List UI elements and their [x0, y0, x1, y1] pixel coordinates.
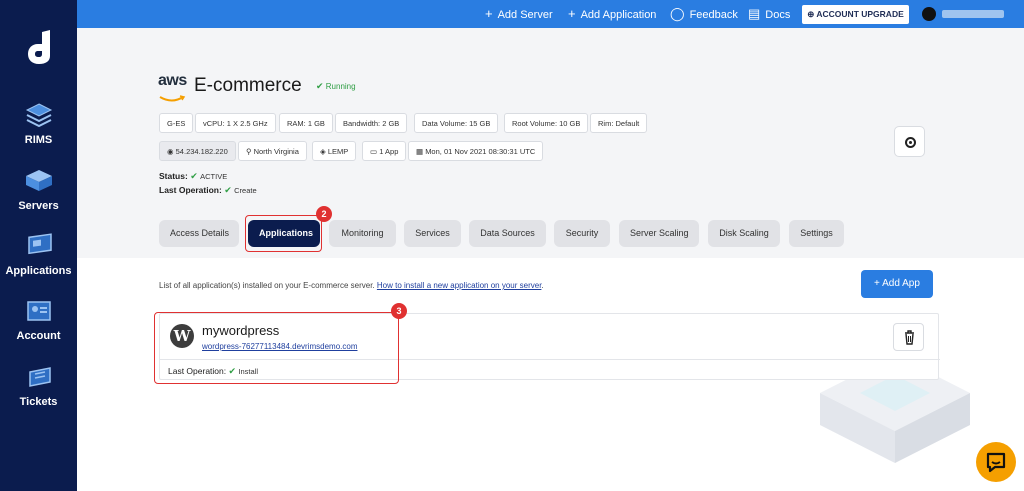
sidebar-item-rims[interactable]: RIMS — [0, 102, 77, 146]
sidebar-item-label: Servers — [18, 200, 59, 212]
record-icon — [905, 137, 916, 148]
chat-bubble-icon: ◯ — [670, 6, 685, 21]
location-pin-icon: ⚲ — [246, 147, 252, 156]
spec-chip: RAM: 1 GB — [279, 113, 333, 133]
status-badge: ✔ Running — [316, 81, 356, 91]
tab-disk-scaling[interactable]: Disk Scaling — [708, 220, 780, 247]
spec-chip: Bandwidth: 2 GB — [335, 113, 408, 133]
chat-icon — [986, 452, 1006, 473]
plus-icon: + — [568, 6, 576, 21]
sidebar-item-applications[interactable]: Applications — [0, 233, 77, 277]
delete-app-button[interactable] — [893, 323, 924, 351]
devrims-logo[interactable] — [26, 30, 52, 64]
app-count-chip: ▭ 1 App — [362, 141, 407, 161]
sidebar-item-label: Applications — [5, 265, 72, 277]
install-guide-link[interactable]: How to install a new application on your… — [377, 281, 542, 290]
server-last-operation: Last Operation: ✔ Create — [159, 185, 257, 195]
account-icon — [26, 301, 51, 321]
add-application-button[interactable]: + Add Application — [568, 0, 656, 28]
page-title: E-commerce — [194, 75, 302, 96]
applications-description: List of all application(s) installed on … — [159, 281, 544, 290]
calendar-icon: ▦ — [416, 147, 424, 156]
add-app-button[interactable]: + Add App — [861, 270, 933, 298]
server-settings-button[interactable] — [894, 126, 925, 157]
tab-services[interactable]: Services — [404, 220, 461, 247]
globe-icon: ◉ — [167, 147, 174, 156]
annotation-badge: 3 — [391, 303, 407, 319]
trash-icon — [905, 330, 914, 345]
spec-chip: vCPU: 1 X 2.5 GHz — [195, 113, 276, 133]
rims-icon — [25, 103, 52, 128]
spec-chip: Root Volume: 10 GB — [504, 113, 589, 133]
sidebar-item-tickets[interactable]: Tickets — [0, 364, 77, 408]
tab-monitoring[interactable]: Monitoring — [329, 220, 396, 247]
date-chip: ▦ Mon, 01 Nov 2021 08:30:31 UTC — [408, 141, 544, 161]
tab-access-details[interactable]: Access Details — [159, 220, 239, 247]
feedback-button[interactable]: ◯ Feedback — [670, 0, 738, 28]
user-name-blurred — [942, 10, 1004, 18]
monitor-icon: ▭ — [370, 147, 378, 156]
topbar: + Add Server + Add Application ◯ Feedback ▤… — [77, 0, 1024, 28]
add-server-button[interactable]: + Add Server — [485, 0, 553, 28]
ip-chip[interactable]: ◉ 54.234.182.220 — [159, 141, 236, 161]
sidebar-item-servers[interactable]: Servers — [0, 168, 77, 212]
aws-logo: aws — [158, 72, 188, 102]
annotation-box — [245, 215, 322, 252]
document-icon: ▤ — [748, 6, 761, 21]
check-circle-icon: ✔ — [190, 171, 198, 181]
plus-icon: + — [485, 6, 493, 21]
sidebar-item-account[interactable]: Account — [0, 298, 77, 342]
stack-chip: ◈ LEMP — [312, 141, 357, 161]
account-upgrade-button[interactable]: ⊕ ACCOUNT UPGRADE — [802, 5, 909, 24]
tab-data-sources[interactable]: Data Sources — [469, 220, 546, 247]
docs-button[interactable]: ▤ Docs — [748, 0, 790, 28]
check-circle-icon: ✔ — [224, 185, 232, 195]
tab-security[interactable]: Security — [554, 220, 610, 247]
server-status: Status: ✔ ACTIVE — [159, 171, 228, 181]
tickets-icon — [28, 367, 51, 387]
spec-chip: Rim: Default — [590, 113, 648, 133]
sidebar-item-label: Account — [16, 330, 61, 342]
check-circle-icon: ✔ — [316, 81, 324, 91]
spec-chip: G-ES — [159, 113, 194, 133]
sidebar-item-label: RIMS — [24, 134, 53, 146]
servers-icon — [25, 170, 52, 191]
aws-smile-icon — [159, 95, 186, 102]
tab-server-scaling[interactable]: Server Scaling — [619, 220, 699, 247]
sidebar-item-label: Tickets — [19, 396, 58, 408]
upgrade-icon: ⊕ — [807, 9, 815, 19]
tab-settings[interactable]: Settings — [789, 220, 844, 247]
annotation-badge: 2 — [316, 206, 332, 222]
annotation-box — [154, 312, 399, 384]
region-chip: ⚲ North Virginia — [238, 141, 307, 161]
chat-widget-button[interactable] — [976, 442, 1016, 482]
spec-chip: Data Volume: 15 GB — [414, 113, 499, 133]
applications-icon — [27, 233, 52, 255]
sidebar: RIMS Servers Applications Account Ticket… — [0, 0, 77, 491]
avatar — [922, 7, 936, 21]
stack-icon: ◈ — [320, 147, 326, 156]
